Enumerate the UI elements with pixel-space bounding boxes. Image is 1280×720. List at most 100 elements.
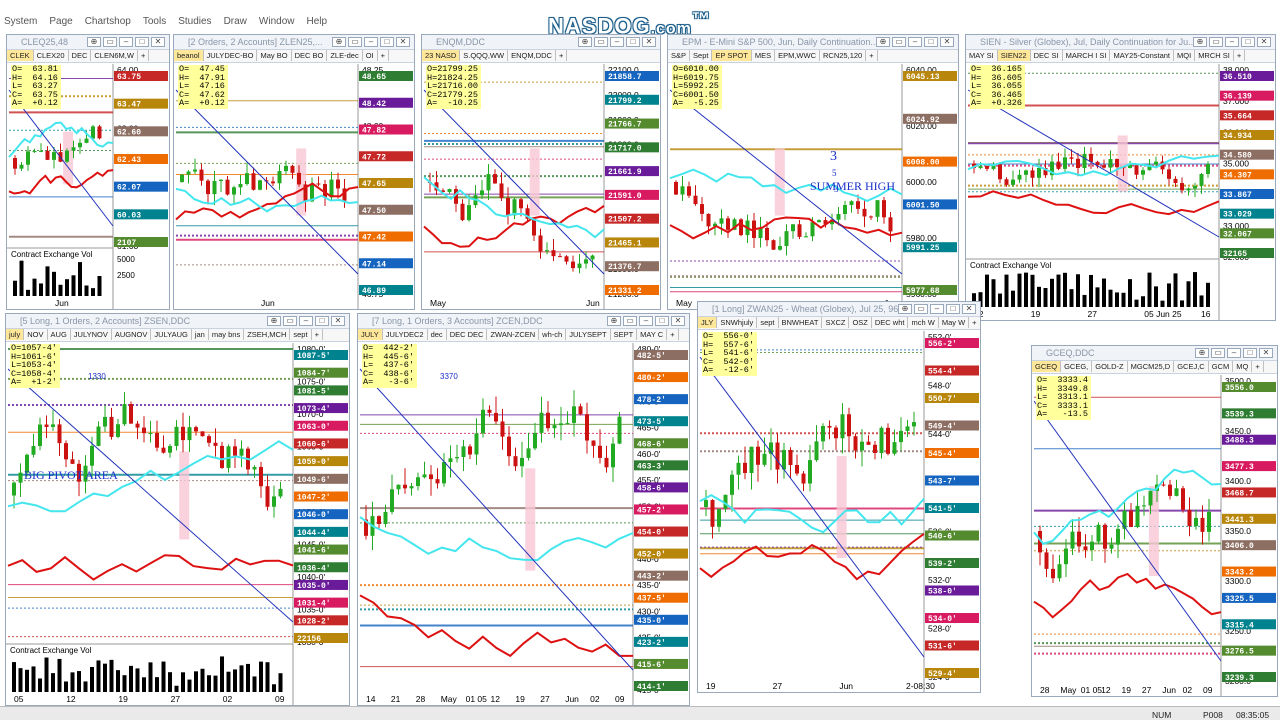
price-tag[interactable]: 21858.7 (605, 71, 659, 82)
window-titlebar[interactable]: EPM - E-Mini S&P 500, Jun, Daily Continu… (668, 35, 958, 50)
price-tag[interactable]: 415-6' (634, 658, 688, 670)
price-tag[interactable]: 1035-0' (294, 579, 348, 591)
price-tag[interactable]: 457-2' (634, 504, 688, 515)
add-tab-button[interactable]: + (1252, 361, 1264, 372)
price-tag[interactable]: 22156 (294, 633, 348, 644)
symbol-tab[interactable]: SEPT (611, 329, 638, 340)
maximize-icon[interactable]: □ (946, 304, 960, 314)
symbol-tab[interactable]: wh-ch (539, 329, 567, 340)
symbol-tab[interactable]: S.QQQ,WW (460, 50, 509, 61)
price-tag[interactable]: 3315.4 (1222, 619, 1276, 630)
price-tag[interactable]: 550-7' (925, 393, 979, 404)
link-icon[interactable]: ⊕ (898, 304, 912, 314)
price-tag[interactable]: 1063-0' (294, 420, 348, 432)
minimize-icon[interactable]: – (639, 316, 653, 326)
symbol-tab[interactable]: MES (752, 50, 776, 61)
symbol-tab[interactable]: mch W (908, 317, 939, 328)
price-tag[interactable]: 21376.7 (605, 261, 659, 272)
menu-chartshop[interactable]: Chartshop (85, 16, 131, 27)
symbol-tab[interactable]: EP SPOT (712, 50, 752, 61)
link-icon[interactable]: ⊕ (267, 316, 281, 326)
symbol-tab[interactable]: MAY SI (966, 50, 998, 61)
price-tag[interactable]: 3468.7 (1222, 487, 1276, 498)
price-tag[interactable]: 2107 (114, 237, 168, 248)
price-tag[interactable]: 554-4' (925, 365, 979, 377)
add-tab-button[interactable]: + (969, 317, 980, 328)
restore-icon[interactable]: ▭ (1211, 348, 1225, 358)
window-titlebar[interactable]: CLEQ25,48 ⊕ ▭ – □ ✕ (7, 35, 169, 50)
window-titlebar[interactable]: [5 Long, 1 Orders, 2 Accounts] ZSEN,DDC ⊕… (6, 314, 349, 329)
link-icon[interactable]: ⊕ (607, 316, 621, 326)
maximize-icon[interactable]: □ (626, 37, 640, 47)
price-chart[interactable]: 480-0'475-0'470-0'465-0'460-0'455-0'450-… (358, 343, 689, 706)
restore-icon[interactable]: ▭ (914, 304, 928, 314)
price-tag[interactable]: 529-4' (925, 668, 979, 679)
symbol-tab[interactable]: CLEN6M,W (91, 50, 138, 61)
symbol-tab[interactable]: beanol (174, 50, 204, 61)
price-tag[interactable]: 62.60 (114, 126, 168, 137)
price-tag[interactable]: 540-6' (925, 530, 979, 542)
price-tag[interactable]: 33.867 (1220, 189, 1274, 200)
symbol-tab[interactable]: ENQM,DDC (508, 50, 556, 61)
price-tag[interactable]: 1044-4' (294, 526, 348, 538)
close-icon[interactable]: ✕ (671, 316, 685, 326)
symbol-tab[interactable]: MQ (1233, 361, 1253, 372)
price-chart[interactable]: 1080-0'1075-0'1070-0'1065-0'1055-0'1050-… (6, 343, 349, 706)
price-tag[interactable]: 47.82 (359, 124, 413, 136)
symbol-tab[interactable]: NOV (24, 329, 48, 340)
symbol-tab[interactable]: OSZ (849, 317, 872, 328)
minimize-icon[interactable]: – (119, 37, 133, 47)
menu-window[interactable]: Window (259, 16, 295, 27)
price-tag[interactable]: 423-2' (634, 636, 688, 648)
price-tag[interactable]: 47.65 (359, 178, 413, 189)
window-titlebar[interactable]: [1 Long] ZWAN25 - Wheat (Globex), Jul 25… (698, 302, 980, 317)
price-tag[interactable]: 3239.3 (1222, 672, 1276, 683)
symbol-tab[interactable]: MRCH SI (1195, 50, 1234, 61)
close-icon[interactable]: ✕ (940, 37, 954, 47)
close-icon[interactable]: ✕ (396, 37, 410, 47)
symbol-tab[interactable]: RCN25,120 (820, 50, 867, 61)
link-icon[interactable]: ⊕ (87, 37, 101, 47)
menu-system[interactable]: System (4, 16, 37, 27)
symbol-tab[interactable]: dec (428, 329, 447, 340)
price-tag[interactable]: 5977.68 (903, 285, 957, 296)
symbol-tab[interactable]: MAY25-Constant (1110, 50, 1175, 61)
price-tag[interactable]: 48.42 (359, 97, 413, 109)
symbol-tab[interactable]: EPM,WWC (775, 50, 821, 61)
close-icon[interactable]: ✕ (642, 37, 656, 47)
add-tab-button[interactable]: + (1234, 50, 1246, 61)
symbol-tab[interactable]: GCEQ (1032, 361, 1062, 372)
price-tag[interactable]: 34.934 (1220, 130, 1274, 141)
price-tag[interactable]: 1060-6' (294, 438, 348, 449)
price-tag[interactable]: 6001.50 (903, 199, 957, 210)
symbol-tab[interactable]: ZSEH,MCH (244, 329, 291, 340)
price-tag[interactable]: 556-2' (925, 338, 979, 349)
price-tag[interactable]: 36.139 (1220, 90, 1274, 102)
minimize-icon[interactable]: – (364, 37, 378, 47)
close-icon[interactable]: ✕ (962, 304, 976, 314)
window-titlebar[interactable]: [7 Long, 1 Orders, 3 Accounts] ZCEN,DDC ⊕… (358, 314, 689, 329)
window-titlebar[interactable]: [2 Orders, 2 Accounts] ZLEN25,... ⊕ ▭ – □ ✕ (174, 35, 414, 50)
symbol-tab[interactable]: SXCZ (822, 317, 850, 328)
price-tag[interactable]: 443-2' (634, 570, 688, 582)
maximize-icon[interactable]: □ (315, 316, 329, 326)
link-icon[interactable]: ⊕ (1195, 348, 1209, 358)
symbol-tab[interactable]: may bns (209, 329, 245, 340)
symbol-tab[interactable]: jan (192, 329, 209, 340)
close-icon[interactable]: ✕ (1257, 37, 1271, 47)
price-tag[interactable]: 63.47 (114, 98, 168, 110)
add-tab-button[interactable]: + (138, 50, 150, 61)
price-tag[interactable]: 531-6' (925, 640, 979, 652)
price-tag[interactable]: 6008.00 (903, 156, 957, 168)
price-tag[interactable]: 539-2' (925, 558, 979, 569)
price-tag[interactable]: 1041-6' (294, 544, 348, 556)
price-tag[interactable]: 480-2' (634, 372, 688, 383)
trend-line[interactable] (699, 356, 925, 658)
symbol-tab[interactable]: S&P (668, 50, 691, 61)
price-tag[interactable]: 3441.3 (1222, 513, 1276, 525)
symbol-tab[interactable]: CLEK (7, 50, 34, 61)
add-tab-button[interactable]: + (667, 329, 679, 340)
symbol-tab[interactable]: DEC BO (292, 50, 328, 61)
symbol-tab[interactable]: 23 NASD (422, 50, 461, 61)
price-tag[interactable]: 1047-2' (294, 491, 348, 503)
